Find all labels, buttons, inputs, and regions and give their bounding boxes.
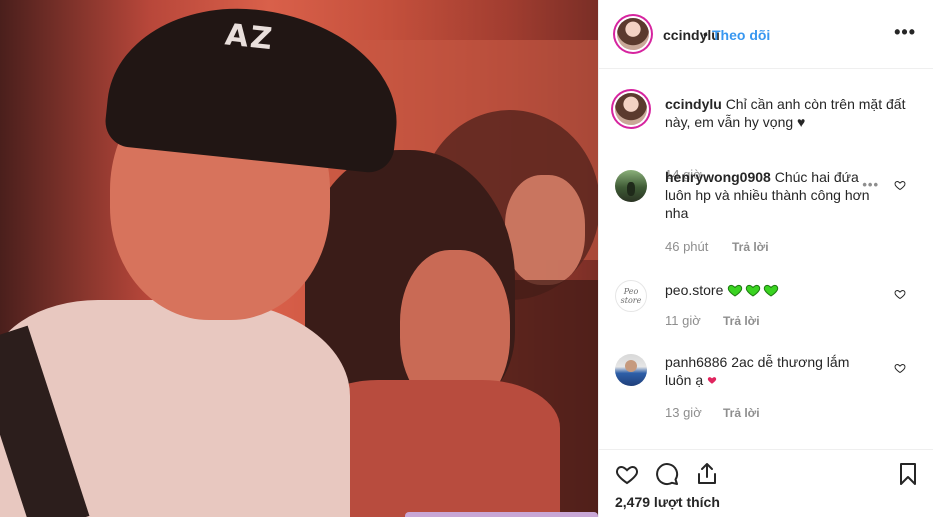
comment-text: panh6886 2ac dễ thương lắm luôn ạ [665, 353, 865, 389]
heart-icon[interactable] [615, 462, 639, 486]
reply-button[interactable]: Trả lời [723, 314, 760, 328]
comment-time: 11 giờ [665, 313, 701, 328]
follow-button[interactable]: Theo dõi [712, 27, 770, 43]
post-photo[interactable]: AZ [0, 0, 598, 517]
comment-row: henrywong0908 Chúc hai đứa luôn hp và nh… [599, 168, 933, 258]
post-header: ccindylu • Theo dõi ••• [599, 0, 933, 69]
reply-button[interactable]: Trả lời [732, 240, 769, 254]
green-heart-icon [728, 284, 743, 297]
owner-avatar[interactable] [617, 18, 649, 50]
comment-row: panh6886 2ac dễ thương lắm luôn ạ 13 giờ… [599, 352, 933, 432]
header-separator: • [703, 26, 708, 42]
caption-row: ccindylu Chỉ cần anh còn trên mặt đất nà… [599, 91, 933, 182]
comment-username[interactable]: peo.store [665, 282, 723, 298]
comment-username[interactable]: panh6886 [665, 354, 727, 370]
comment-time: 13 giờ [665, 405, 702, 420]
comment-time: 46 phút [665, 239, 709, 254]
likes-count[interactable]: 2,479 lượt thích [615, 494, 720, 510]
like-comment-heart-icon[interactable] [894, 362, 906, 374]
commenter-avatar[interactable] [615, 170, 647, 202]
comment-text: peo.store [665, 281, 879, 299]
like-comment-heart-icon[interactable] [894, 288, 906, 300]
green-heart-icon [764, 284, 779, 297]
caption-avatar[interactable] [615, 93, 647, 125]
comment-username[interactable]: henrywong0908 [665, 169, 771, 185]
comments-list[interactable]: ccindylu Chỉ cần anh còn trên mặt đất nà… [599, 69, 933, 449]
bookmark-icon[interactable] [896, 462, 920, 486]
photo-person-right-face [505, 175, 585, 285]
reply-button[interactable]: Trả lời [723, 406, 760, 420]
red-heart-icon [707, 377, 717, 384]
share-icon[interactable] [695, 462, 719, 486]
instagram-post: AZ ccindylu • Theo dõi ••• ccindylu Chỉ … [0, 0, 933, 517]
like-comment-heart-icon[interactable] [894, 179, 906, 191]
comment-text: henrywong0908 Chúc hai đứa luôn hp và nh… [665, 168, 879, 222]
caption-text: ccindylu Chỉ cần anh còn trên mặt đất nà… [665, 95, 915, 131]
comment-icon[interactable] [655, 462, 679, 486]
more-options-icon[interactable]: ••• [894, 22, 916, 43]
commenter-avatar[interactable] [615, 354, 647, 386]
comment-options-icon[interactable]: ••• [862, 177, 879, 192]
green-heart-icon [746, 284, 761, 297]
comment-row: Peo store peo.store 11 giờ Trả lời [599, 279, 933, 339]
photo-overlay-strip [405, 512, 598, 517]
caption-username[interactable]: ccindylu [665, 96, 722, 112]
commenter-avatar[interactable]: Peo store [615, 280, 647, 312]
post-side-panel: ccindylu • Theo dõi ••• ccindylu Chỉ cần… [598, 0, 933, 517]
action-bar: 2,479 lượt thích [599, 449, 933, 518]
